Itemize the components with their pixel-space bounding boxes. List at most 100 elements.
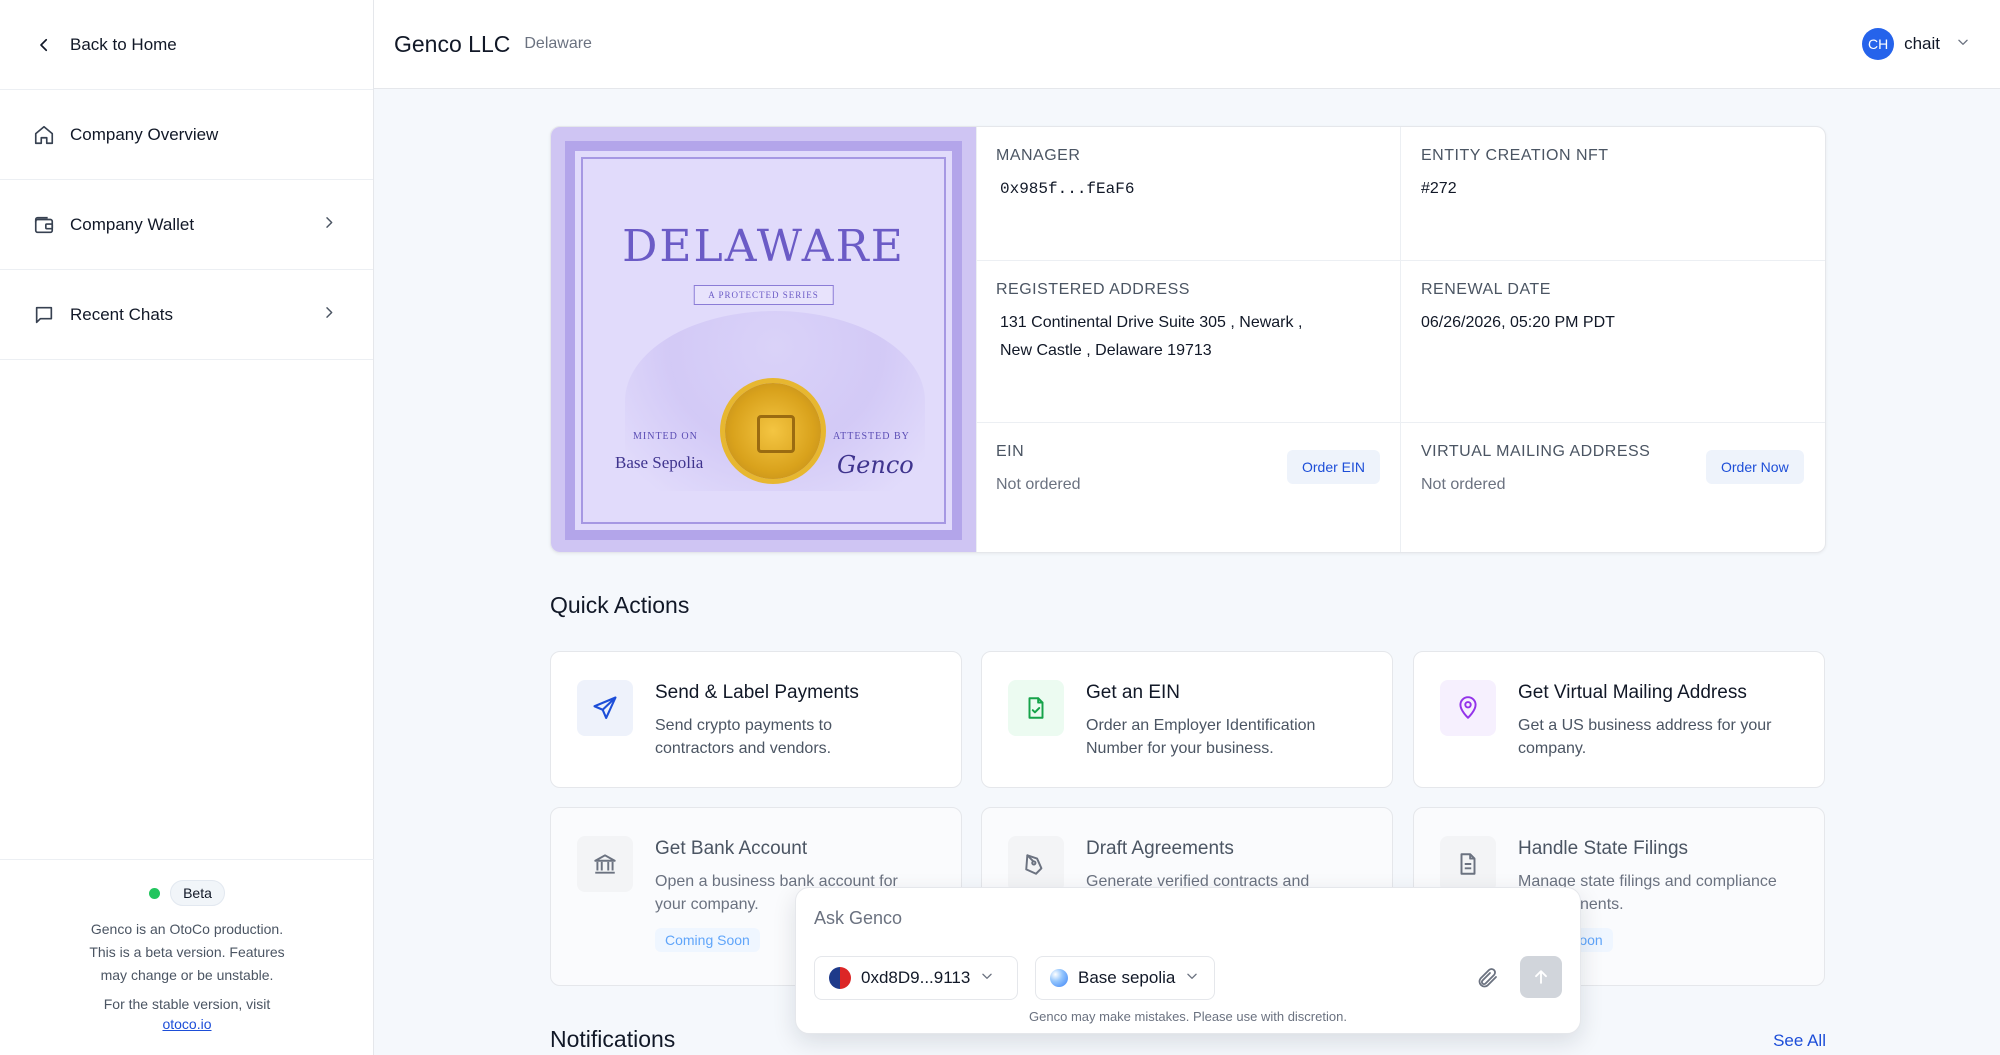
attested-by-signature: Genco — [837, 451, 914, 479]
quick-action-send-payments[interactable]: Send & Label Payments Send crypto paymen… — [550, 651, 962, 788]
arrow-up-icon — [1535, 970, 1547, 984]
quick-action-title: Get an EIN — [1086, 682, 1180, 703]
user-menu[interactable]: CH chait — [1862, 28, 1970, 60]
quick-action-text: Draft Agreements Generate verified contr… — [1086, 838, 1372, 893]
sidebar-item-label: Company Overview — [70, 124, 219, 144]
registered-address-label: REGISTERED ADDRESS — [996, 281, 1190, 298]
minted-on-value: Base Sepolia — [615, 453, 704, 472]
quick-action-desc: company. — [1518, 740, 1587, 757]
sidebar-item-company-wallet[interactable]: Company Wallet — [0, 180, 373, 270]
avatar: CH — [1862, 28, 1895, 60]
otoco-link[interactable]: otoco.io — [162, 1016, 211, 1032]
quick-action-virtual-mailing[interactable]: Get Virtual Mailing Address Get a US bus… — [1413, 651, 1825, 788]
certificate-title: DELAWARE — [622, 221, 905, 272]
nft-cell: ENTITY CREATION NFT #272 — [1401, 127, 1825, 260]
send-icon — [577, 680, 633, 736]
manager-label: MANAGER — [996, 147, 1081, 164]
paperclip-icon[interactable] — [1476, 966, 1500, 995]
registered-address-line: 131 Continental Drive Suite 305 , Newark… — [1000, 314, 1303, 331]
quick-action-desc: Get a US business address for your — [1518, 717, 1772, 734]
certificate-banner: A PROTECTED SERIES — [693, 285, 834, 305]
quick-action-get-ein[interactable]: Get an EIN Order an Employer Identificat… — [981, 651, 1393, 788]
sidebar-item-label: Company Wallet — [70, 214, 195, 234]
quick-action-desc: contractors and vendors. — [655, 740, 832, 757]
ein-cell: EIN Not ordered — [976, 423, 1400, 552]
top-header: Genco LLC Delaware CH chait — [374, 0, 2000, 89]
renewal-date-label: RENEWAL DATE — [1421, 281, 1551, 298]
bank-icon — [577, 836, 633, 892]
nft-label: ENTITY CREATION NFT — [1421, 147, 1609, 164]
file-check-icon — [1008, 680, 1064, 736]
chevron-down-icon — [1956, 35, 1970, 54]
quick-action-desc: Send crypto payments to — [655, 717, 832, 734]
quick-action-desc: Number for your business. — [1086, 740, 1274, 757]
home-icon — [32, 123, 56, 147]
beta-indicator: Beta — [0, 880, 374, 906]
quick-actions-title: Quick Actions — [550, 592, 690, 618]
quick-action-title: Get Bank Account — [655, 838, 808, 859]
page-title: Genco LLC — [394, 30, 511, 57]
quick-action-text: Get Virtual Mailing Address Get a US bus… — [1518, 682, 1804, 760]
quick-action-title: Send & Label Payments — [655, 682, 859, 703]
chat-input[interactable]: Ask Genco — [814, 908, 902, 929]
map-pin-icon — [1440, 680, 1496, 736]
page-subtitle: Delaware — [524, 35, 592, 52]
chevron-down-icon — [1185, 968, 1199, 988]
footer-text-line: may change or be unstable. — [100, 967, 274, 983]
quick-action-title: Get Virtual Mailing Address — [1518, 682, 1747, 703]
network-icon — [1050, 969, 1068, 987]
send-button[interactable] — [1520, 956, 1562, 998]
certificate-frame: DELAWARE A PROTECTED SERIES MINTED ON Ba… — [565, 141, 962, 540]
wallet-avatar-icon — [829, 967, 851, 989]
sidebar-item-label: Recent Chats — [70, 304, 173, 324]
attested-by-label: ATTESTED BY — [833, 431, 910, 442]
quick-action-desc: Order an Employer Identification — [1086, 717, 1316, 734]
order-ein-button[interactable]: Order EIN — [1287, 450, 1381, 484]
chevron-right-icon — [321, 214, 337, 235]
chat-disclaimer: Genco may make mistakes. Please use with… — [1029, 1009, 1347, 1024]
sidebar-item-company-overview[interactable]: Company Overview — [0, 90, 373, 180]
renewal-date-value: 06/26/2026, 05:20 PM PDT — [1421, 314, 1615, 331]
chat-bubble-icon — [32, 303, 56, 327]
coming-soon-badge: Coming Soon — [655, 928, 760, 952]
network-selector[interactable]: Base sepolia — [1035, 956, 1215, 1000]
registered-address-cell: REGISTERED ADDRESS 131 Continental Drive… — [976, 261, 1400, 422]
status-dot-icon — [149, 887, 161, 899]
back-to-home-link[interactable]: Back to Home — [0, 0, 373, 90]
footer-text-line: For the stable version, visit — [103, 996, 271, 1012]
chevron-left-icon — [32, 33, 56, 57]
ask-genco-panel: Ask Genco 0xd8D9...9113 Base sepolia Gen… — [795, 887, 1581, 1034]
see-all-link[interactable]: See All — [1773, 1031, 1826, 1051]
wallet-selector[interactable]: 0xd8D9...9113 — [814, 956, 1018, 1000]
quick-action-text: Get an EIN Order an Employer Identificat… — [1086, 682, 1372, 760]
quick-action-title: Handle State Filings — [1518, 838, 1689, 859]
network-name: Base sepolia — [1078, 968, 1176, 987]
manager-cell: MANAGER 0x985f...fEaF6 — [976, 127, 1400, 260]
registered-address-line: New Castle , Delaware 19713 — [1000, 342, 1212, 359]
wallet-icon — [32, 213, 56, 237]
minted-on-label: MINTED ON — [633, 431, 698, 442]
pen-tool-icon — [1008, 836, 1064, 892]
manager-value: 0x985f...fEaF6 — [1000, 180, 1135, 198]
order-mailing-button[interactable]: Order Now — [1706, 450, 1804, 484]
sidebar: Back to Home Company Overview Company Wa… — [0, 0, 374, 1055]
quick-action-text: Send & Label Payments Send crypto paymen… — [655, 682, 941, 760]
nft-value: #272 — [1421, 180, 1457, 197]
delaware-certificate: DELAWARE A PROTECTED SERIES MINTED ON Ba… — [551, 127, 976, 552]
renewal-date-cell: RENEWAL DATE 06/26/2026, 05:20 PM PDT — [1401, 261, 1825, 422]
back-to-home-label: Back to Home — [70, 34, 177, 54]
document-icon — [1440, 836, 1496, 892]
virtual-mailing-cell: VIRTUAL MAILING ADDRESS Not ordered — [1401, 423, 1825, 552]
beta-badge: Beta — [170, 880, 225, 906]
gold-seal-icon — [725, 383, 821, 479]
footer-text-line: Genco is an OtoCo production. — [90, 921, 284, 937]
entity-card: DELAWARE A PROTECTED SERIES MINTED ON Ba… — [550, 126, 1826, 553]
notifications-title: Notifications — [550, 1026, 676, 1052]
sidebar-footer: Beta Genco is an OtoCo production. This … — [0, 859, 374, 1055]
chevron-right-icon — [321, 304, 337, 325]
quick-action-title: Draft Agreements — [1086, 838, 1234, 859]
user-name: chait — [1904, 34, 1940, 53]
footer-text-line: This is a beta version. Features — [89, 944, 285, 960]
wallet-address: 0xd8D9...9113 — [861, 968, 971, 987]
sidebar-item-recent-chats[interactable]: Recent Chats — [0, 270, 373, 360]
